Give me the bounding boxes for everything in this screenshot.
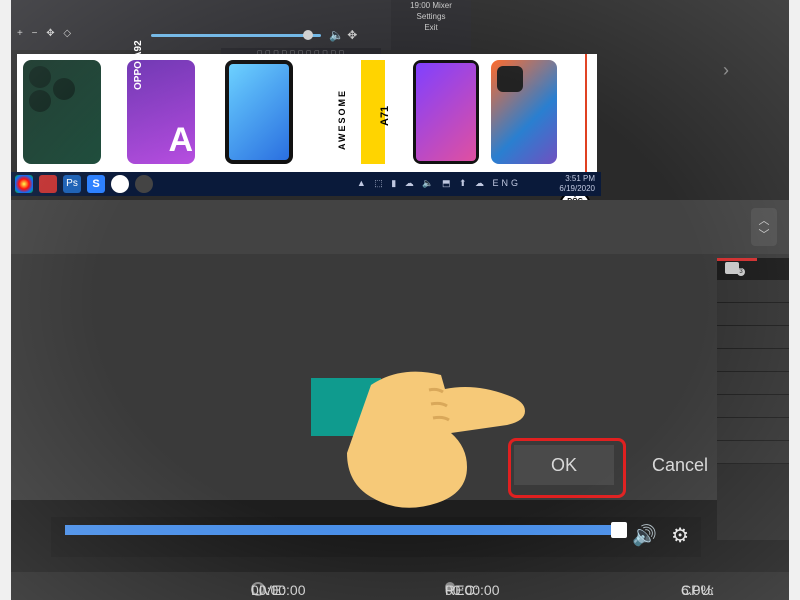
dropdown-menu[interactable]: 19:00 Mixer Settings Exit <box>391 0 471 50</box>
chrome-icon[interactable] <box>15 175 33 193</box>
badge-count: 3 <box>737 268 745 276</box>
list-item[interactable] <box>717 349 789 372</box>
speaker-icon[interactable]: 🔈 ✥ <box>329 28 357 42</box>
round-app-icon[interactable] <box>111 175 129 193</box>
list-item[interactable] <box>717 280 789 303</box>
progress-slider[interactable] <box>65 525 625 535</box>
phone-purple <box>413 60 479 164</box>
menu-item[interactable]: 19:00 Mixer <box>391 0 471 11</box>
cancel-button[interactable]: Cancel <box>625 445 735 485</box>
list-item[interactable] <box>717 395 789 418</box>
right-sidebar <box>717 280 789 540</box>
phone-oppo-a92: OPPO A92 A <box>127 60 195 164</box>
a71-label: A71 <box>379 106 391 126</box>
awesome-text: AWESOME <box>337 89 347 150</box>
panel-header: ︿ ﹀ <box>11 200 789 254</box>
status-bar: LIVE: 00:00:00 REC: 00:00:00 CPU: 6.0% <box>11 572 789 600</box>
gear-icon[interactable]: ⚙ <box>671 523 689 548</box>
list-item[interactable] <box>717 372 789 395</box>
menu-item[interactable]: Exit <box>391 22 471 33</box>
list-item[interactable] <box>717 303 789 326</box>
preview-area: + − ✥ ◇ 🔈 ✥ 19:00 Mixer Settings Exit □ … <box>11 0 789 200</box>
phone-label: OPPO A92 <box>133 40 144 90</box>
obs-window: + − ✥ ◇ 🔈 ✥ 19:00 Mixer Settings Exit □ … <box>11 0 789 600</box>
phone-orange-blue <box>491 60 557 164</box>
move-down-icon[interactable]: ﹀ <box>751 226 777 242</box>
transition-strip: 🔊 ⚙ <box>51 517 701 557</box>
red-margin-line <box>585 54 587 172</box>
source-controls[interactable]: + − ✥ ◇ <box>17 28 74 39</box>
right-tab[interactable]: 3 <box>717 258 789 280</box>
obs-icon[interactable] <box>135 175 153 193</box>
system-tray[interactable]: ▲ ⬚ ▮ ☁ 🔈 ⬒ ⬆ ☁ ENG <box>357 178 521 189</box>
phone-a71: AWESOME A71 <box>317 60 385 164</box>
menu-item[interactable]: Settings <box>391 11 471 22</box>
slider-thumb[interactable] <box>611 522 627 538</box>
list-item[interactable] <box>717 418 789 441</box>
taskbar-clock[interactable]: 3:51 PM6/19/2020 <box>559 174 595 194</box>
app-icon[interactable] <box>39 175 57 193</box>
captured-browser-window: OPPO A92 A AWESOME A71 ĐỘC QUYỀN <box>17 54 597 172</box>
chevron-right-icon[interactable]: › <box>723 60 729 81</box>
reorder-buttons[interactable]: ︿ ﹀ <box>751 208 777 246</box>
phone-blue-gradient <box>225 60 293 164</box>
source-toolbar: + − ✥ ◇ 🔈 ✥ 19:00 Mixer Settings Exit <box>11 0 471 50</box>
phone-big-letter: A <box>168 121 193 160</box>
windows-taskbar: Ps S ▲ ⬚ ▮ ☁ 🔈 ⬒ ⬆ ☁ ENG 3:51 PM6/19/202… <box>11 172 601 196</box>
phone-iphone <box>23 60 101 164</box>
volume-icon[interactable]: 🔊 <box>632 523 657 548</box>
ok-button[interactable]: OK <box>514 445 614 485</box>
mini-volume-slider[interactable] <box>151 34 321 37</box>
snagit-icon[interactable]: S <box>87 175 105 193</box>
list-item[interactable] <box>717 326 789 349</box>
photoshop-icon[interactable]: Ps <box>63 175 81 193</box>
